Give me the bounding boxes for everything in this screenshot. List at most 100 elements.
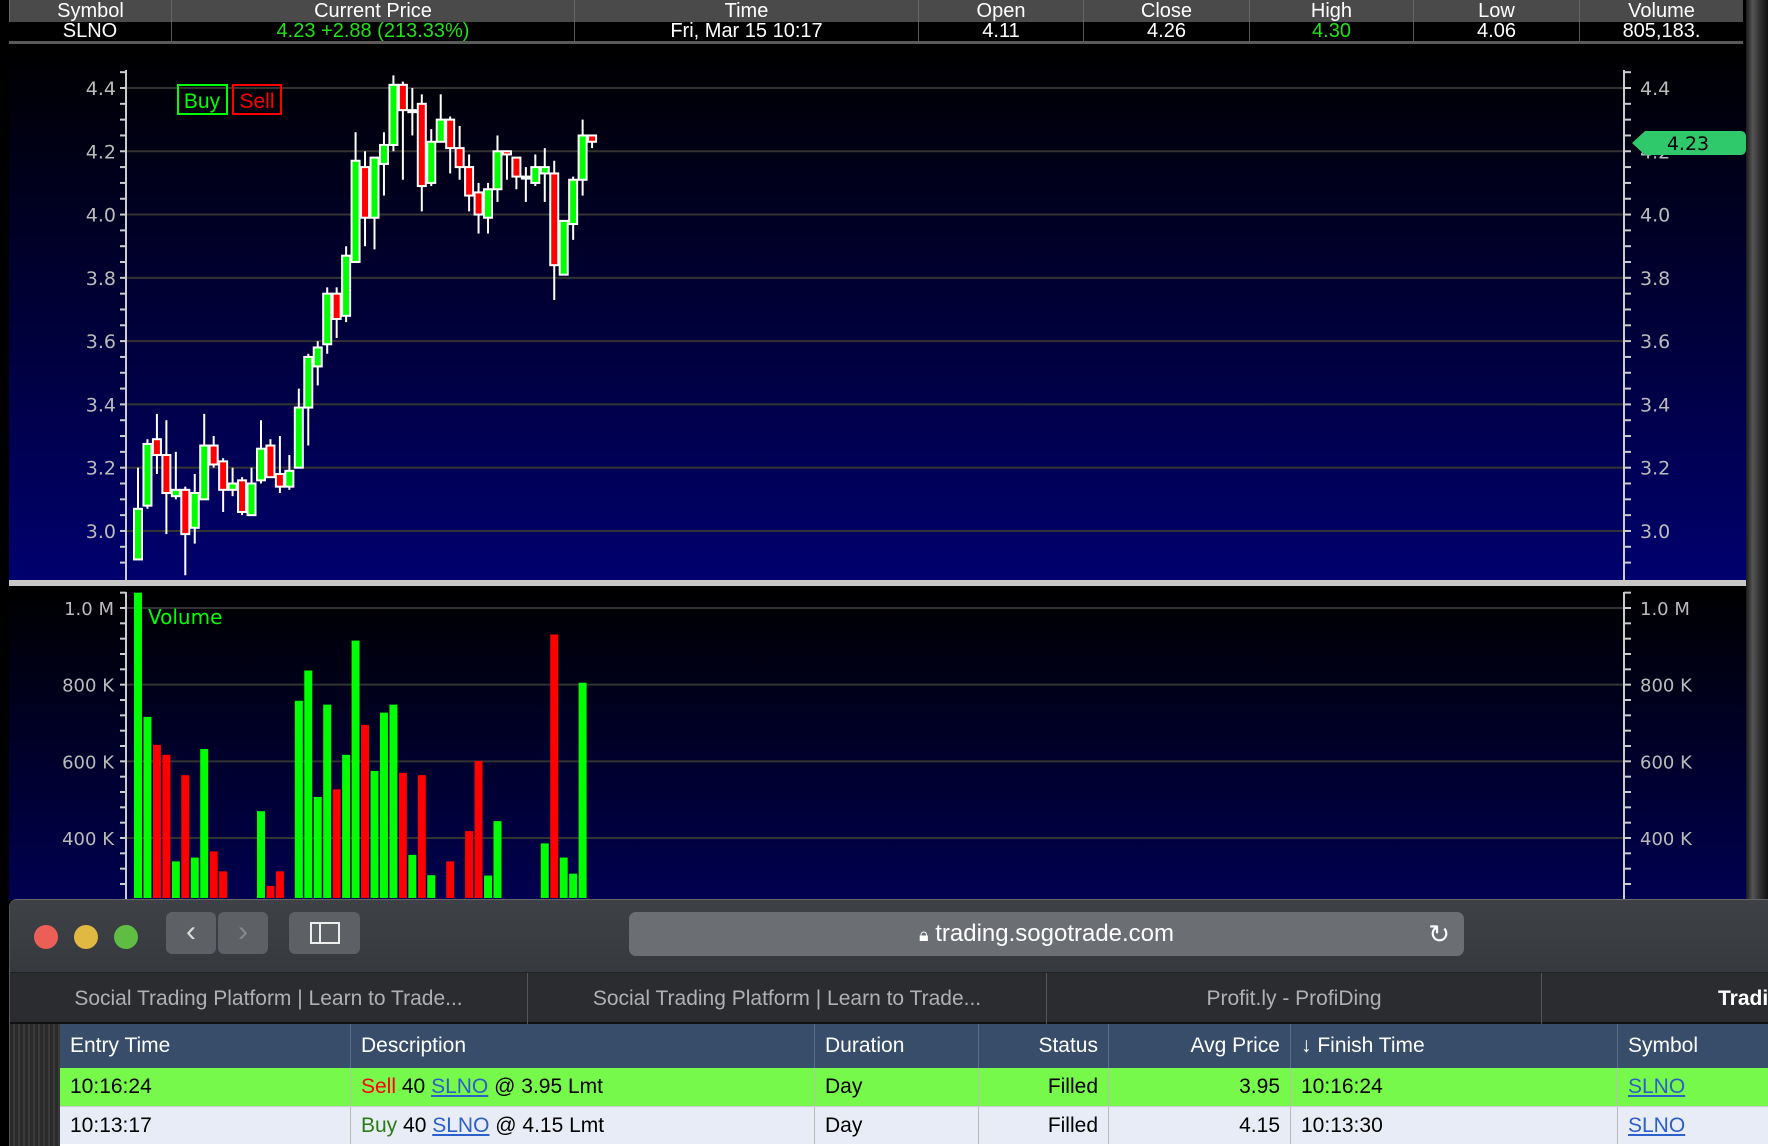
table-row[interactable]: 10:16:24 Sell 40 SLNO @ 3.95 Lmt Day Fil… [60, 1068, 1768, 1106]
volume-bar[interactable] [200, 749, 209, 898]
volume-bar[interactable] [389, 704, 398, 898]
volume-bar[interactable] [313, 796, 322, 898]
back-button[interactable]: ‹ [166, 912, 216, 954]
volume-bar[interactable] [332, 789, 341, 898]
volume-bar[interactable] [143, 716, 152, 898]
candle-up[interactable] [227, 482, 238, 491]
candle-up[interactable] [378, 143, 389, 165]
candle-up[interactable] [142, 442, 153, 507]
col-entry-time[interactable]: Entry Time [60, 1024, 350, 1068]
panel-divider[interactable] [9, 580, 1746, 586]
volume-bar[interactable] [484, 875, 493, 898]
symbol-link[interactable]: SLNO [432, 1114, 489, 1137]
volume-bar[interactable] [361, 724, 370, 898]
candle-down[interactable] [151, 438, 162, 457]
symbol-link[interactable]: SLNO [1617, 1068, 1768, 1106]
volume-bar[interactable] [493, 821, 502, 898]
candle-down[interactable] [416, 102, 427, 188]
volume-bar[interactable] [275, 871, 284, 898]
volume-bar[interactable] [266, 885, 275, 898]
address-bar[interactable]: 🔒︎ trading.sogotrade.com ↻ [629, 912, 1464, 956]
candle-up[interactable] [246, 482, 257, 517]
volume-bar[interactable] [304, 670, 313, 898]
candle-up[interactable] [350, 159, 361, 264]
candle-up[interactable] [369, 156, 380, 219]
candle-down[interactable] [265, 444, 276, 479]
candle-down[interactable] [473, 191, 484, 216]
candle-up[interactable] [530, 166, 541, 184]
candle-up[interactable] [492, 150, 503, 191]
candle-up[interactable] [303, 355, 314, 409]
col-avg-price[interactable]: Avg Price [1108, 1024, 1290, 1068]
volume-bar[interactable] [294, 700, 303, 898]
volume-bar[interactable] [134, 592, 142, 898]
buy-legend[interactable]: Buy [184, 90, 221, 113]
volume-bar[interactable] [190, 857, 199, 898]
volume-bar[interactable] [559, 857, 568, 898]
tab-trading-active[interactable]: Trading [1542, 973, 1768, 1024]
candle-down[interactable] [511, 156, 522, 178]
candle-down[interactable] [208, 444, 219, 466]
tab-social-trading-2[interactable]: Social Trading Platform | Learn to Trade… [528, 973, 1047, 1024]
volume-bar[interactable] [474, 760, 483, 898]
candle-up[interactable] [435, 118, 446, 143]
candle-up[interactable] [577, 134, 588, 181]
candle-down[interactable] [360, 166, 371, 219]
volume-bar[interactable] [379, 712, 388, 898]
volume-bar[interactable] [550, 634, 559, 898]
candle-up[interactable] [322, 292, 333, 346]
symbol-link[interactable]: SLNO [431, 1075, 488, 1098]
volume-bar[interactable] [578, 682, 587, 898]
candle-down[interactable] [445, 118, 456, 150]
symbol-link[interactable]: SLNO [1617, 1107, 1768, 1144]
volume-bar[interactable] [219, 871, 228, 898]
candle-up[interactable] [255, 447, 266, 482]
candle-up[interactable] [483, 188, 494, 219]
close-window-button[interactable] [34, 925, 58, 949]
volume-bar[interactable] [427, 875, 436, 898]
candle-up[interactable] [568, 178, 579, 226]
candle-down[interactable] [549, 172, 560, 267]
volume-bar[interactable] [162, 754, 171, 898]
candle-down[interactable] [454, 147, 465, 169]
volume-bar[interactable] [465, 831, 474, 898]
candle-up[interactable] [407, 109, 418, 114]
candle-up[interactable] [133, 507, 143, 561]
volume-bar[interactable] [171, 861, 180, 898]
candle-up[interactable] [426, 140, 437, 184]
candle-up[interactable] [170, 488, 181, 498]
minimize-window-button[interactable] [74, 925, 98, 949]
tab-social-trading-1[interactable]: Social Trading Platform | Learn to Trade… [10, 973, 528, 1024]
candle-down[interactable] [464, 166, 475, 197]
candle-down[interactable] [161, 454, 172, 494]
candle-up[interactable] [558, 219, 569, 276]
col-symbol[interactable]: Symbol [1617, 1024, 1768, 1068]
volume-bar[interactable] [398, 772, 407, 898]
volume-bar[interactable] [417, 775, 426, 898]
candle-up[interactable] [293, 406, 304, 469]
tab-profitly[interactable]: Profit.ly - ProfiDing [1047, 973, 1542, 1024]
sell-legend[interactable]: Sell [239, 90, 274, 113]
candle-up[interactable] [312, 346, 323, 368]
col-finish-time[interactable]: ↓ Finish Time [1290, 1024, 1617, 1068]
zoom-window-button[interactable] [114, 925, 138, 949]
candle-down[interactable] [237, 479, 248, 513]
volume-bar[interactable] [370, 770, 379, 898]
table-row[interactable]: 10:13:17 Buy 40 SLNO @ 4.15 Lmt Day Fill… [60, 1106, 1768, 1144]
candle-up[interactable] [341, 254, 352, 317]
candle-down[interactable] [331, 292, 342, 320]
volume-bar[interactable] [152, 744, 161, 898]
volume-bar[interactable] [569, 873, 578, 898]
candle-up[interactable] [520, 175, 531, 180]
volume-bar[interactable] [256, 811, 265, 898]
volume-bar[interactable] [181, 775, 190, 898]
candle-up[interactable] [388, 83, 399, 146]
candle-up[interactable] [284, 469, 295, 488]
candle-up[interactable] [199, 444, 210, 501]
volume-bar[interactable] [408, 854, 417, 898]
volume-bar[interactable] [209, 851, 218, 898]
volume-bar[interactable] [323, 704, 332, 898]
candle-down[interactable] [587, 134, 598, 143]
candle-down[interactable] [501, 150, 512, 156]
candle-down[interactable] [397, 83, 408, 112]
